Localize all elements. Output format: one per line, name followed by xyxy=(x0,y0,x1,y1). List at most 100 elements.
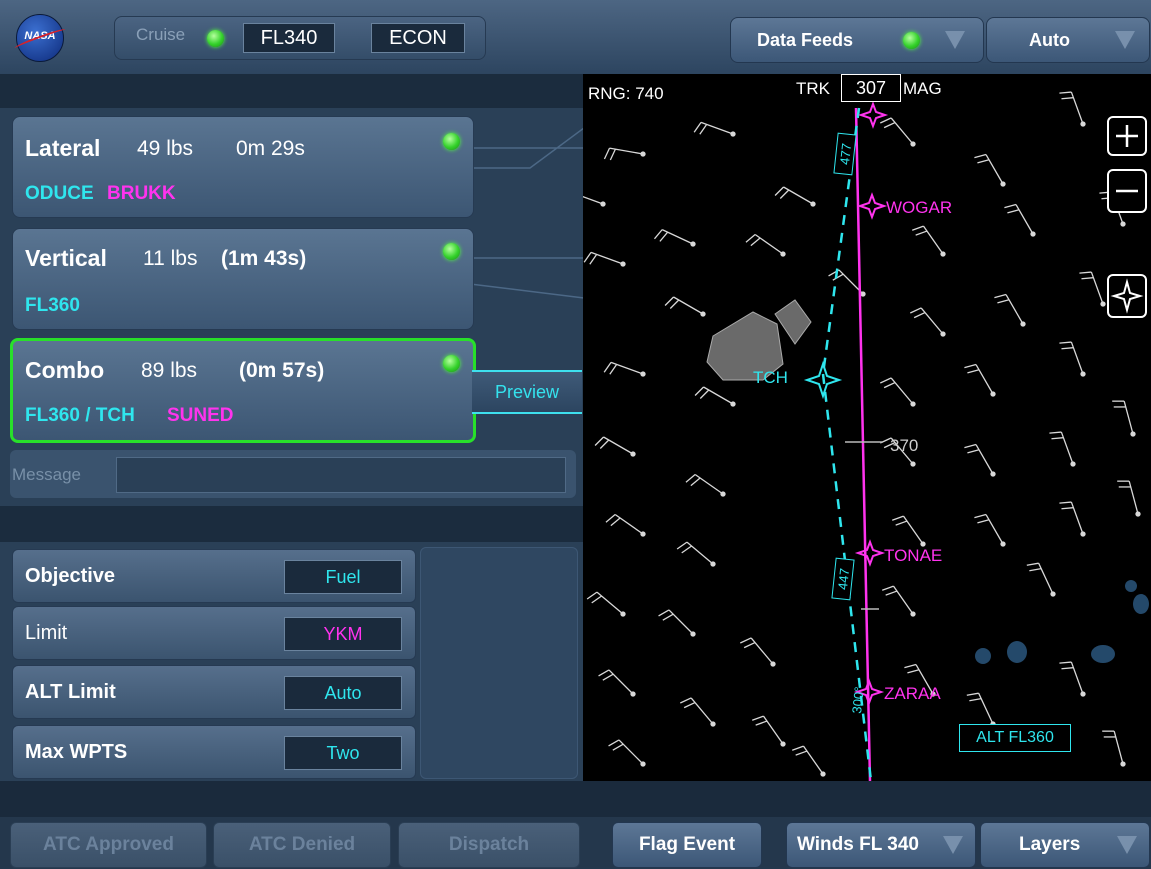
objective-value[interactable]: Fuel xyxy=(284,560,402,594)
wind-barb-feather xyxy=(977,519,990,524)
wind-barb xyxy=(1128,480,1139,515)
wind-barb-feather xyxy=(669,299,680,309)
navigation-map[interactable]: 477 447 300° RNG: 740 TRK 307 MAG WOGAR … xyxy=(583,74,1151,781)
combo-option-card[interactable]: Combo 89 lbs (0m 57s) FL360 / TCH SUNED xyxy=(10,338,476,443)
max-wpts-value[interactable]: Two xyxy=(284,736,402,770)
wind-barb-feather xyxy=(598,669,610,677)
minus-icon xyxy=(1116,189,1138,193)
layers-label: Layers xyxy=(1019,834,1081,855)
preview-button[interactable]: Preview xyxy=(472,370,582,414)
lateral-route-waypoint-2: BRUKK xyxy=(107,183,176,204)
waypoint-label: TCH xyxy=(753,368,788,387)
wind-barb-feather xyxy=(755,720,768,726)
lateral-fuel: 49 lbs xyxy=(137,137,194,160)
vertical-option-card[interactable]: Vertical 11 lbs (1m 43s) FL360 xyxy=(12,228,474,330)
wind-barb-feather xyxy=(964,363,977,369)
wind-barb xyxy=(590,251,624,265)
wind-barb-station xyxy=(1000,541,1006,547)
data-feeds-button[interactable]: Data Feeds xyxy=(730,17,984,63)
distance-label: 477 xyxy=(837,142,854,165)
wind-barb xyxy=(922,225,944,255)
wind-barb-feather xyxy=(895,520,908,526)
max-wpts-row: Max WPTS Two xyxy=(12,725,416,779)
wind-barb xyxy=(1015,204,1034,235)
max-wpts-label: Max WPTS xyxy=(25,741,128,763)
wind-barb xyxy=(892,585,914,615)
wind-barb xyxy=(783,186,814,205)
wind-barb-feather xyxy=(693,121,702,133)
wind-barb-station xyxy=(1050,591,1056,597)
wind-barb-station xyxy=(720,491,726,497)
alt-limit-value[interactable]: Auto xyxy=(284,676,402,710)
wind-barb-feather xyxy=(879,377,892,384)
wind-barb xyxy=(890,117,914,145)
flight-level-field[interactable]: FL340 xyxy=(243,23,335,53)
wind-barb-station xyxy=(630,451,636,457)
wind-barb xyxy=(920,307,944,335)
wind-barb-feather xyxy=(994,293,1007,299)
wind-barb-feather xyxy=(909,307,922,314)
wind-barb-feather xyxy=(602,673,614,681)
wind-barb-feather xyxy=(1029,567,1042,572)
wind-barb-station xyxy=(1080,121,1086,127)
wind-barb-feather xyxy=(911,225,924,231)
center-aircraft-button[interactable] xyxy=(1107,274,1147,318)
wind-barb-station xyxy=(640,371,646,377)
vertical-status-led xyxy=(443,243,460,260)
wind-barb xyxy=(1070,661,1084,695)
wind-barb xyxy=(975,364,994,395)
atc-approved-button[interactable]: ATC Approved xyxy=(10,822,207,868)
wind-barb-station xyxy=(820,771,826,777)
wind-barb-feather xyxy=(586,591,598,600)
wind-barb xyxy=(603,436,634,455)
wind-barb xyxy=(975,444,994,475)
panel-header-band xyxy=(0,74,583,108)
zoom-out-button[interactable] xyxy=(1107,169,1147,213)
flag-event-button[interactable]: Flag Event xyxy=(612,822,762,868)
wind-barb xyxy=(1070,501,1084,535)
wind-barb-feather xyxy=(605,514,616,523)
atc-denied-button[interactable]: ATC Denied xyxy=(213,822,391,868)
wind-barb-station xyxy=(620,611,626,617)
alt-limit-row: ALT Limit Auto xyxy=(12,665,416,719)
waypoint-icon xyxy=(856,192,888,220)
lateral-route-waypoint: ODUCE xyxy=(25,183,94,204)
limit-value[interactable]: YKM xyxy=(284,617,402,651)
wind-barb-station xyxy=(640,151,646,157)
wind-barb-station xyxy=(1130,431,1136,437)
wind-barb-feather xyxy=(974,153,987,159)
dispatch-button[interactable]: Dispatch xyxy=(398,822,580,868)
weather-cell xyxy=(1091,645,1115,663)
wind-barb-feather xyxy=(599,439,610,449)
wind-barb-feather xyxy=(969,697,982,702)
lateral-option-card[interactable]: Lateral 49 lbs 0m 29s ODUCE BRUKK xyxy=(12,116,474,218)
wind-barb-station xyxy=(940,251,946,257)
wind-barb-feather xyxy=(907,669,920,674)
wind-barb-station xyxy=(910,401,916,407)
zoom-in-button[interactable] xyxy=(1107,116,1147,156)
wind-barb-feather xyxy=(662,613,674,621)
wind-barb-station xyxy=(910,611,916,617)
wind-barb-feather xyxy=(1061,667,1074,670)
wind-barb-feather xyxy=(1026,562,1039,566)
wind-barb-feather xyxy=(915,230,928,236)
mode-field[interactable]: ECON xyxy=(371,23,465,53)
wind-barb-feather xyxy=(1059,661,1072,664)
winds-dropdown[interactable]: Winds FL 340 xyxy=(786,822,976,868)
message-input[interactable] xyxy=(116,457,566,493)
auto-dropdown[interactable]: Auto xyxy=(986,17,1150,63)
wind-barb xyxy=(1038,562,1054,595)
vertical-fuel: 11 lbs xyxy=(143,247,198,270)
wind-barb-feather xyxy=(610,517,621,527)
wind-barb xyxy=(1070,91,1084,125)
wind-barb-feather xyxy=(913,311,926,319)
wind-barb-feather xyxy=(683,701,696,709)
weather-cell xyxy=(774,299,812,345)
layers-dropdown[interactable]: Layers xyxy=(980,822,1150,868)
limit-label: Limit xyxy=(25,622,68,644)
wind-barb-station xyxy=(690,631,696,637)
wind-barb-feather xyxy=(679,697,692,704)
wind-barb xyxy=(754,233,784,255)
wind-barb-feather xyxy=(879,117,892,124)
wind-barb-feather xyxy=(779,189,790,199)
